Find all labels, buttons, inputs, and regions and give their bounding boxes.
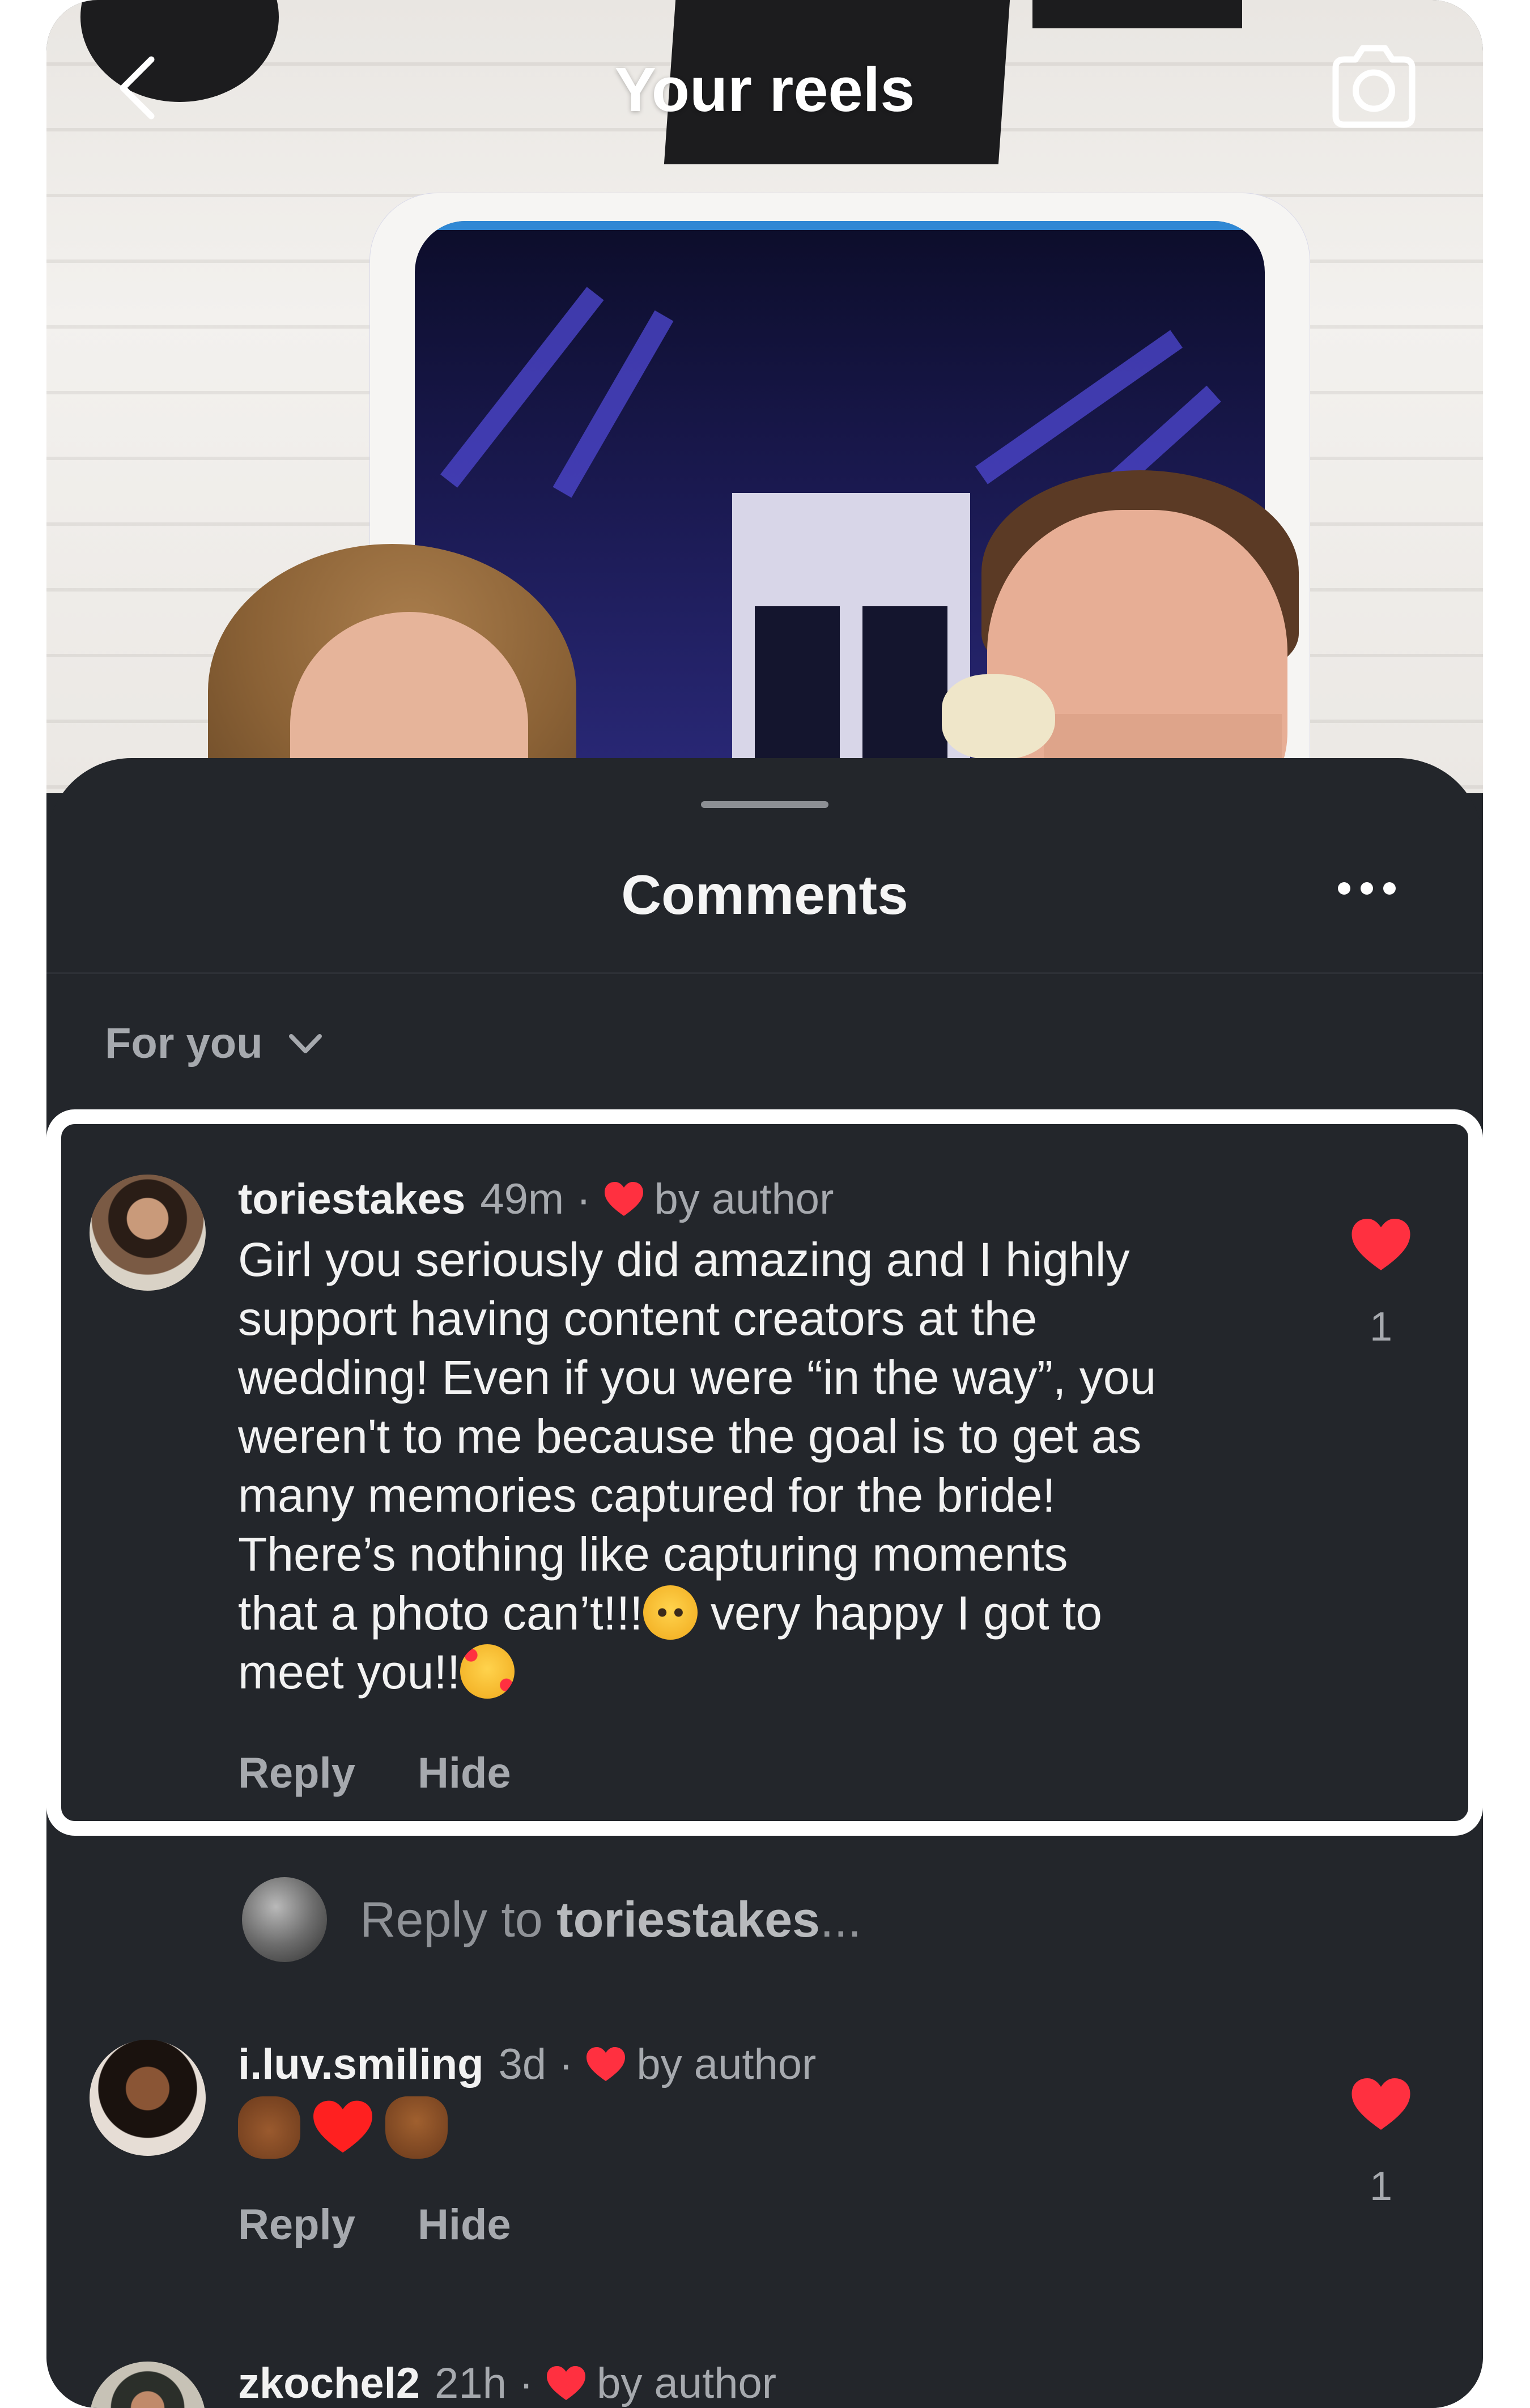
reels-card: Your reels Comments For you toriestakes [46, 0, 1483, 2408]
avatar[interactable] [90, 2362, 206, 2408]
comment-time: 3d [498, 2040, 547, 2088]
heart-icon [604, 1181, 643, 1216]
separator: · [518, 2359, 534, 2407]
comment-time: 21h [435, 2359, 507, 2407]
back-window [732, 493, 970, 793]
hide-button[interactable]: Hide [418, 1748, 511, 1798]
like-count: 1 [1369, 2164, 1393, 2209]
more-options-icon[interactable] [1333, 877, 1401, 900]
like-heart-icon[interactable] [1350, 2077, 1412, 2133]
heart-icon [586, 2047, 626, 2081]
like-heart-icon[interactable] [1350, 1217, 1412, 1274]
like-column: 1 [1350, 2077, 1412, 2210]
reel-video[interactable]: Your reels [46, 0, 1483, 793]
comment-text: Girl you seriously did amazing and I hig… [238, 1233, 1157, 1699]
comment-header: toriestakes 49m · by author [238, 1175, 834, 1224]
ceiling-fixture-right [1032, 0, 1242, 28]
comments-sheet: Comments For you toriestakes 49m · by au… [46, 758, 1483, 2408]
author-badge: by author [636, 2040, 817, 2088]
reply-placeholder: Reply to toriestakes... [360, 1891, 862, 1947]
comment-time: 49m [480, 1175, 564, 1223]
avatar[interactable] [90, 1175, 206, 1291]
clapping-hands-emoji [238, 2096, 300, 2159]
page-title: Your reels [614, 55, 915, 125]
author-badge: by author [654, 1175, 834, 1223]
reply-button[interactable]: Reply [238, 1748, 355, 1798]
author-badge: by author [597, 2359, 777, 2407]
comment-text [238, 2096, 1315, 2159]
reply-input[interactable]: Reply to toriestakes... [242, 1877, 861, 1962]
comment-header: zkochel2 21h · by author [238, 2359, 776, 2408]
pleading-face-emoji [643, 1585, 698, 1640]
sort-filter-dropdown[interactable]: For you [105, 1019, 325, 1068]
hide-button[interactable]: Hide [418, 2200, 511, 2249]
camera-icon[interactable] [1324, 42, 1423, 130]
comment-username[interactable]: i.luv.smiling [238, 2040, 484, 2089]
separator: · [559, 2040, 573, 2088]
separator: · [576, 1175, 591, 1223]
sheet-grabber[interactable] [701, 801, 828, 808]
smiling-face-with-hearts-emoji [460, 1644, 515, 1699]
divider [46, 972, 1483, 974]
comment-actions: Reply Hide [238, 2200, 511, 2249]
raising-hands-emoji [385, 2096, 448, 2159]
avatar[interactable] [90, 2040, 206, 2156]
comment-username[interactable]: toriestakes [238, 1175, 465, 1224]
comment-actions: Reply Hide [238, 1748, 511, 1798]
filter-label: For you [105, 1019, 263, 1067]
avatar [242, 1877, 327, 1962]
napkin [942, 674, 1055, 759]
heart-icon [547, 2366, 586, 2400]
like-count: 1 [1369, 1304, 1393, 1350]
comments-title: Comments [621, 863, 908, 926]
chevron-down-icon [288, 1033, 322, 1053]
red-heart-emoji [313, 2100, 372, 2153]
comment-header: i.luv.smiling 3d · by author [238, 2040, 816, 2089]
comment-username[interactable]: zkochel2 [238, 2359, 420, 2408]
like-column: 1 [1350, 1217, 1412, 1350]
reply-button[interactable]: Reply [238, 2200, 355, 2249]
